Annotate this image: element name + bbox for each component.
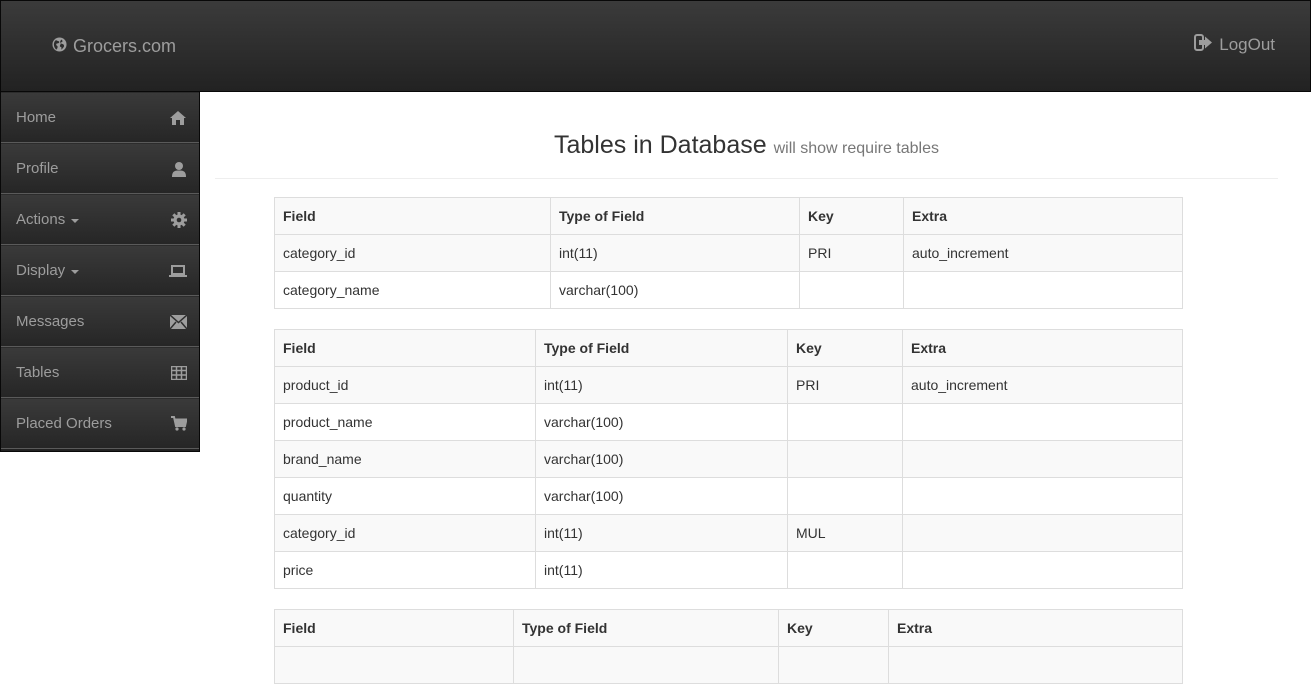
- table-cell: PRI: [787, 366, 903, 404]
- table-cell: [274, 646, 514, 684]
- caret-down-icon: [71, 218, 80, 223]
- sidebar-menu: Home Profile Actions Display Messages Ta…: [0, 92, 200, 452]
- table-cell: category_name: [274, 271, 551, 309]
- table-header-row: Field Type of Field Key Extra: [274, 609, 1183, 647]
- table-icon: [171, 365, 187, 380]
- table-cell: varchar(100): [550, 271, 800, 309]
- column-header: Field: [274, 197, 551, 235]
- table-row: price int(11): [274, 551, 1183, 589]
- cart-icon: [171, 416, 187, 431]
- logout-text: LogOut: [1219, 35, 1275, 54]
- main-content: Tables in Database will show require tab…: [215, 92, 1278, 684]
- table-row: brand_name varchar(100): [274, 440, 1183, 478]
- table-cell: [787, 403, 903, 441]
- table-header-row: Field Type of Field Key Extra: [274, 197, 1183, 235]
- table-cell: int(11): [535, 366, 788, 404]
- home-icon: [169, 110, 187, 126]
- table-row: [274, 646, 1183, 684]
- page-title-text: Tables in Database: [554, 131, 767, 159]
- laptop-icon: [169, 264, 187, 278]
- globe-icon: [52, 36, 67, 57]
- table-cell: [799, 271, 904, 309]
- table-row: category_id int(11) PRI auto_increment: [274, 234, 1183, 272]
- sidebar-item-placed-orders[interactable]: Placed Orders: [1, 398, 199, 449]
- table-row: category_id int(11) MUL: [274, 514, 1183, 552]
- user-icon: [171, 161, 187, 177]
- table-cell: [903, 271, 1183, 309]
- logout-link[interactable]: LogOut: [1194, 34, 1275, 56]
- table-cell: varchar(100): [535, 440, 788, 478]
- table-cell: [902, 551, 1183, 589]
- brand-link[interactable]: Grocers.com: [52, 36, 176, 56]
- table-cell: [902, 403, 1183, 441]
- sidebar-item-display[interactable]: Display: [1, 245, 199, 296]
- table-cell: varchar(100): [535, 477, 788, 515]
- sidebar-item-label: Home: [16, 109, 57, 126]
- column-header: Type of Field: [535, 329, 788, 367]
- table-header-row: Field Type of Field Key Extra: [274, 329, 1183, 367]
- table-row: quantity varchar(100): [274, 477, 1183, 515]
- table-row: category_name varchar(100): [274, 271, 1183, 309]
- product-table: Field Type of Field Key Extra product_id…: [274, 329, 1183, 589]
- column-header: Type of Field: [550, 197, 800, 235]
- table-cell: [902, 477, 1183, 515]
- column-header: Extra: [902, 329, 1183, 367]
- table-row: product_id int(11) PRI auto_increment: [274, 366, 1183, 404]
- page-title: Tables in Database will show require tab…: [215, 130, 1278, 164]
- column-header: Field: [274, 609, 514, 647]
- sidebar-item-label: Display: [16, 262, 66, 279]
- table-cell: [787, 440, 903, 478]
- table-cell: [888, 646, 1183, 684]
- table-cell: [513, 646, 779, 684]
- sidebar-item-label: Actions: [16, 211, 66, 228]
- column-header: Type of Field: [513, 609, 779, 647]
- sidebar-item-label: Messages: [16, 313, 85, 330]
- table-cell: varchar(100): [535, 403, 788, 441]
- caret-down-icon: [71, 269, 80, 274]
- sidebar-item-actions[interactable]: Actions: [1, 194, 199, 245]
- sidebar-item-profile[interactable]: Profile: [1, 143, 199, 194]
- third-table: Field Type of Field Key Extra: [274, 609, 1183, 684]
- table-cell: [787, 477, 903, 515]
- table-cell: int(11): [535, 551, 788, 589]
- sidebar-item-label: Profile: [16, 160, 59, 177]
- sidebar-item-label: Placed Orders: [16, 415, 112, 432]
- logout-icon: [1194, 34, 1213, 56]
- gear-icon: [171, 211, 187, 228]
- table-cell: int(11): [550, 234, 800, 272]
- column-header: Key: [778, 609, 889, 647]
- table-cell: product_id: [274, 366, 536, 404]
- table-cell: product_name: [274, 403, 536, 441]
- table-cell: price: [274, 551, 536, 589]
- table-cell: int(11): [535, 514, 788, 552]
- column-header: Extra: [888, 609, 1183, 647]
- brand-text: Grocers.com: [73, 35, 177, 56]
- table-cell: auto_increment: [902, 366, 1183, 404]
- sidebar-item-tables[interactable]: Tables: [1, 347, 199, 398]
- table-row: product_name varchar(100): [274, 403, 1183, 441]
- sidebar-item-home[interactable]: Home: [1, 92, 199, 143]
- envelope-icon: [170, 314, 187, 329]
- table-cell: [778, 646, 889, 684]
- table-cell: category_id: [274, 234, 551, 272]
- table-cell: MUL: [787, 514, 903, 552]
- table-cell: quantity: [274, 477, 536, 515]
- table-cell: brand_name: [274, 440, 536, 478]
- table-cell: auto_increment: [903, 234, 1183, 272]
- column-header: Field: [274, 329, 536, 367]
- top-navbar: Grocers.com LogOut: [0, 0, 1311, 92]
- table-cell: [902, 440, 1183, 478]
- header-divider: [215, 178, 1278, 179]
- table-cell: category_id: [274, 514, 536, 552]
- column-header: Key: [787, 329, 903, 367]
- page-subtitle: will show require tables: [773, 140, 939, 157]
- sidebar-item-label: Tables: [16, 364, 60, 381]
- table-cell: PRI: [799, 234, 904, 272]
- category-table: Field Type of Field Key Extra category_i…: [274, 197, 1183, 309]
- table-cell: [902, 514, 1183, 552]
- column-header: Key: [799, 197, 904, 235]
- sidebar-item-messages[interactable]: Messages: [1, 296, 199, 347]
- table-cell: [787, 551, 903, 589]
- column-header: Extra: [903, 197, 1183, 235]
